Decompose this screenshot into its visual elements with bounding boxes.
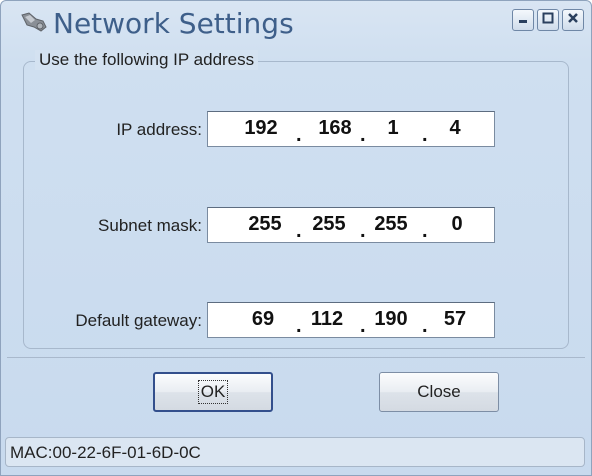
network-tool-icon [19, 9, 49, 37]
subnet-mask-input[interactable]: 255 . 255 . 255 . 0 [207, 207, 495, 243]
octet-separator: . [296, 220, 302, 242]
maximize-button[interactable] [537, 9, 559, 31]
network-settings-window: Network Settings Use the following IP ad… [0, 0, 592, 476]
octet-separator: . [422, 124, 428, 146]
close-button[interactable]: Close [379, 372, 499, 412]
title-bar[interactable]: Network Settings [1, 1, 591, 47]
close-icon [567, 11, 579, 29]
maximize-icon [542, 11, 554, 29]
gateway-octet-2[interactable]: 112 [302, 308, 352, 331]
ip-address-label: IP address: [116, 120, 202, 139]
subnet-octet-3[interactable]: 255 [366, 213, 416, 236]
ip-octet-4[interactable]: 4 [430, 117, 480, 140]
octet-separator: . [360, 315, 366, 337]
gateway-octet-3[interactable]: 190 [366, 308, 416, 331]
gateway-octet-1[interactable]: 69 [238, 308, 288, 331]
default-gateway-input[interactable]: 69 . 112 . 190 . 57 [207, 302, 495, 338]
mac-address-text: MAC:00-22-6F-01-6D-0C [10, 443, 201, 462]
status-bar: MAC:00-22-6F-01-6D-0C [5, 437, 585, 467]
ip-octet-1[interactable]: 192 [236, 117, 286, 140]
ip-octet-2[interactable]: 168 [310, 117, 360, 140]
octet-separator: . [296, 315, 302, 337]
groupbox-label: Use the following IP address [35, 50, 259, 70]
close-window-button[interactable] [562, 9, 584, 31]
ok-button-label: OK [197, 380, 229, 404]
default-gateway-label: Default gateway: [75, 311, 202, 330]
octet-separator: . [296, 124, 302, 146]
subnet-mask-label: Subnet mask: [98, 216, 202, 235]
window-title: Network Settings [53, 7, 294, 40]
close-button-label: Close [417, 382, 461, 401]
octet-separator: . [360, 124, 366, 146]
ip-octet-3[interactable]: 1 [368, 117, 418, 140]
gateway-octet-4[interactable]: 57 [430, 308, 480, 331]
subnet-octet-1[interactable]: 255 [240, 213, 290, 236]
octet-separator: . [360, 220, 366, 242]
ip-address-input[interactable]: 192 . 168 . 1 . 4 [207, 111, 495, 147]
minimize-button[interactable] [512, 9, 534, 31]
minimize-icon [517, 11, 529, 29]
octet-separator: . [422, 220, 428, 242]
subnet-octet-4[interactable]: 0 [432, 213, 482, 236]
divider [7, 357, 585, 358]
octet-separator: . [422, 315, 428, 337]
subnet-octet-2[interactable]: 255 [304, 213, 354, 236]
ok-button[interactable]: OK [153, 372, 273, 412]
